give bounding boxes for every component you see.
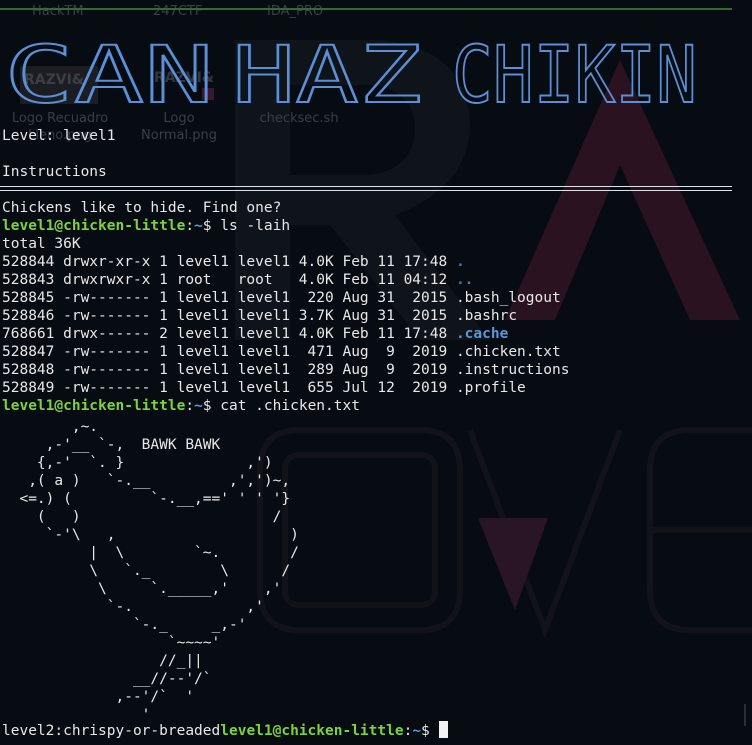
ls-row-meta: 528847 -rw------- 1 level1 level1 471 Au… bbox=[2, 344, 456, 360]
ls-row-name: .profile bbox=[455, 380, 526, 396]
ls-row-name: .chicken.txt bbox=[455, 344, 561, 360]
ls-row-name: .bashrc bbox=[455, 308, 518, 324]
header-rule-top bbox=[0, 8, 732, 10]
prompt-line-2: level1@chicken-little:~$ cat .chicken.tx… bbox=[2, 397, 360, 415]
prompt-user: level1@chicken-little bbox=[220, 723, 404, 739]
ls-row: 768661 drwx------ 2 level1 level1 4.0K F… bbox=[2, 325, 508, 343]
level-line: Level: level1 bbox=[2, 128, 116, 144]
ls-row-meta: 528845 -rw------- 1 level1 level1 220 Au… bbox=[2, 290, 456, 306]
prompt-user: level1@chicken-little bbox=[2, 218, 186, 234]
instructions-title: Instructions bbox=[2, 164, 107, 180]
ls-row-meta: 768661 drwx------ 2 level1 level1 4.0K F… bbox=[2, 326, 456, 342]
prompt-dollar: $ bbox=[202, 398, 221, 414]
prompt-user: level1@chicken-little bbox=[2, 398, 186, 414]
text-cursor bbox=[438, 721, 448, 738]
ls-row: 528844 drwxr-xr-x 1 level1 level1 4.0K F… bbox=[2, 253, 465, 271]
ls-row-meta: 528848 -rw------- 1 level1 level1 289 Au… bbox=[2, 362, 456, 378]
ls-row-meta: 528846 -rw------- 1 level1 level1 3.7K A… bbox=[2, 308, 456, 324]
ls-row-name: .cache bbox=[455, 326, 509, 342]
ls-row: 528845 -rw------- 1 level1 level1 220 Au… bbox=[2, 289, 561, 307]
ascii-banner: CAN HAZ CHIKIN bbox=[3, 34, 698, 114]
banner-word-1: CAN bbox=[4, 34, 214, 114]
header-rule-upper bbox=[0, 186, 732, 187]
ls-total: total 36K bbox=[2, 236, 81, 252]
prompt-path: ~ bbox=[194, 398, 203, 414]
ls-row-meta: 528843 drwxrwxr-x 1 root root 4.0K Feb 1… bbox=[2, 272, 456, 288]
terminal-window[interactable]: CAN HAZ CHIKIN Level: level1 Instruction… bbox=[0, 0, 752, 745]
ls-row-name: .. bbox=[455, 272, 474, 288]
ls-row: 528848 -rw------- 1 level1 level1 289 Au… bbox=[2, 361, 569, 379]
chicken-ascii-art: ,~. ,-'__ `-, BAWK BAWK {,-' `. } ,') ,(… bbox=[19, 419, 299, 723]
prompt-path: ~ bbox=[412, 723, 422, 739]
ls-row: 528843 drwxrwxr-x 1 root root 4.0K Feb 1… bbox=[2, 271, 473, 289]
ls-row-name: . bbox=[455, 254, 465, 270]
banner-word-2: HAZ bbox=[232, 34, 422, 114]
ls-row-meta: 528844 drwxr-xr-x 1 level1 level1 4.0K F… bbox=[2, 254, 456, 270]
prompt-dollar: $ bbox=[202, 218, 221, 234]
header-rule-lower bbox=[0, 190, 732, 191]
ls-row-meta: 528849 -rw------- 1 level1 level1 655 Ju… bbox=[2, 380, 456, 396]
ls-row-name: .bash_logout bbox=[455, 290, 561, 306]
prompt-dollar: $ bbox=[421, 723, 439, 739]
command-cat: cat .chicken.txt bbox=[220, 398, 360, 414]
prompt-sep: : bbox=[185, 398, 195, 414]
prompt-sep: : bbox=[185, 218, 195, 234]
prompt-sep: : bbox=[403, 723, 413, 739]
ls-row-name: .instructions bbox=[455, 362, 570, 378]
terminal-scrollbar[interactable] bbox=[744, 704, 746, 726]
ls-row: 528847 -rw------- 1 level1 level1 471 Au… bbox=[2, 343, 561, 361]
intro-text: Chickens like to hide. Find one? bbox=[2, 200, 282, 216]
flag-output: level2:chrispy-or-breaded bbox=[2, 723, 221, 739]
prompt-line-final[interactable]: level2:chrispy-or-breadedlevel1@chicken-… bbox=[2, 721, 448, 739]
prompt-line-1: level1@chicken-little:~$ ls -laih bbox=[2, 217, 290, 235]
prompt-path: ~ bbox=[194, 218, 203, 234]
ls-row: 528846 -rw------- 1 level1 level1 3.7K A… bbox=[2, 307, 517, 325]
ls-row: 528849 -rw------- 1 level1 level1 655 Ju… bbox=[2, 379, 526, 397]
command-ls: ls -laih bbox=[220, 218, 291, 234]
banner-word-3: CHIKIN bbox=[452, 34, 697, 114]
